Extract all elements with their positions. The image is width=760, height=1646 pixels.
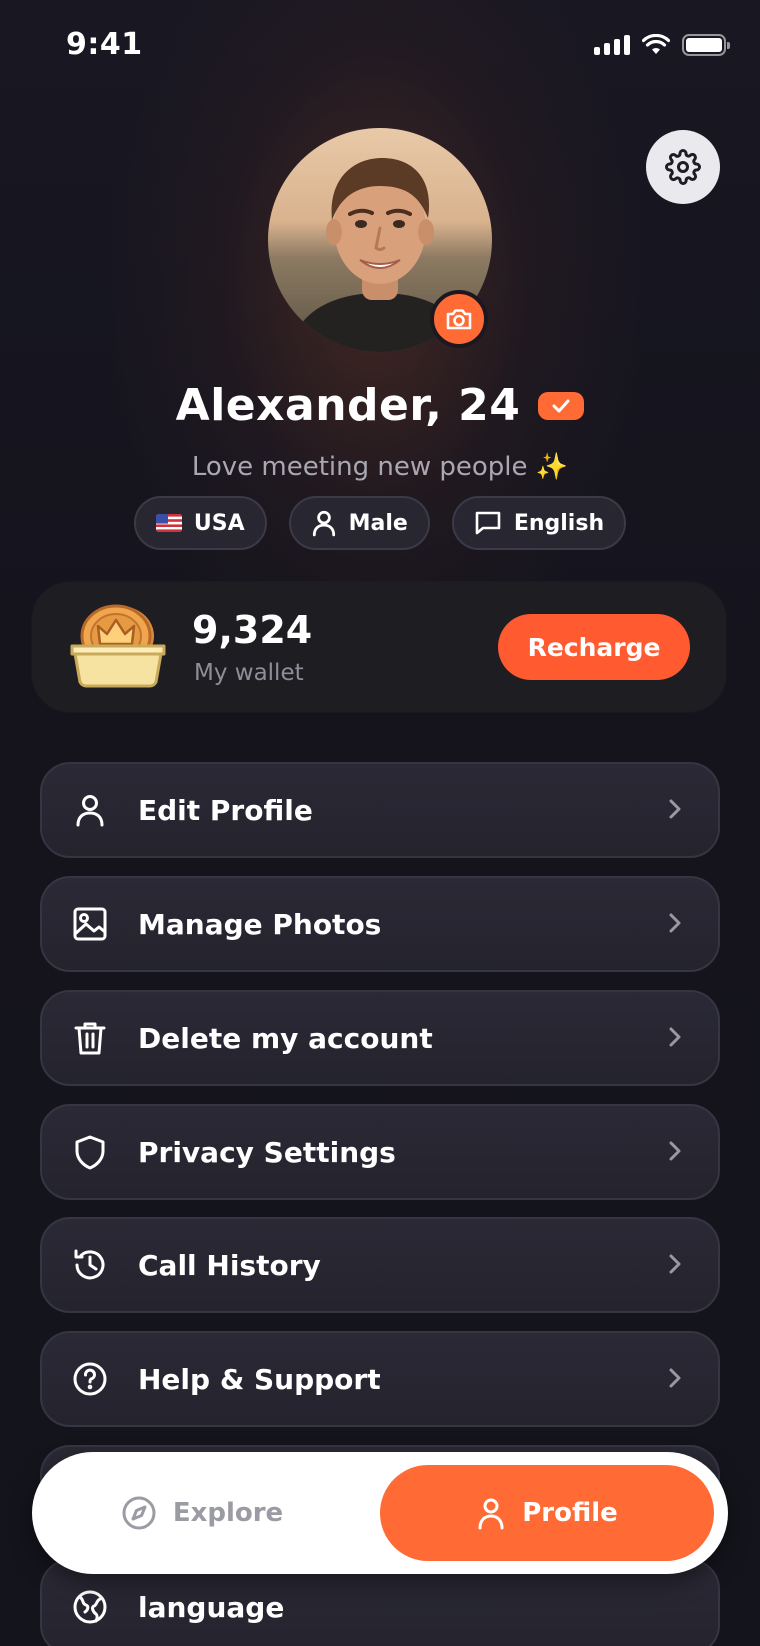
profile-chips: USA Male English bbox=[0, 496, 760, 550]
chevron-right-icon bbox=[669, 1027, 681, 1047]
menu-item-manage-photos[interactable]: Manage Photos bbox=[40, 876, 720, 972]
menu-item-delete-account[interactable]: Delete my account bbox=[40, 990, 720, 1086]
wifi-icon bbox=[642, 34, 670, 54]
menu-item-call-history[interactable]: Call History bbox=[40, 1217, 720, 1313]
recharge-button[interactable]: Recharge bbox=[498, 614, 690, 680]
user-name: Alexander, 24 bbox=[175, 380, 521, 431]
menu-item-label: Edit Profile bbox=[138, 793, 313, 827]
camera-icon bbox=[446, 309, 472, 330]
nav-explore[interactable]: Explore bbox=[32, 1452, 372, 1574]
wallet-label: My wallet bbox=[194, 660, 304, 686]
signal-icon bbox=[594, 35, 630, 55]
settings-button[interactable] bbox=[646, 130, 720, 204]
us-flag-icon bbox=[155, 514, 182, 532]
wallet-balance: 9,324 bbox=[192, 608, 313, 652]
menu-item-label: Manage Photos bbox=[138, 907, 382, 941]
gender-label: Male bbox=[348, 510, 408, 536]
change-photo-button[interactable] bbox=[430, 290, 488, 348]
bottom-nav: Explore Profile bbox=[32, 1452, 728, 1574]
chevron-right-icon bbox=[669, 1141, 681, 1161]
status-icons bbox=[594, 34, 730, 56]
chevron-right-icon bbox=[669, 1368, 681, 1388]
chevron-right-icon bbox=[669, 1254, 681, 1274]
status-time: 9:41 bbox=[66, 27, 143, 62]
language-chip[interactable]: English bbox=[451, 496, 627, 550]
person-icon bbox=[76, 795, 104, 827]
bio-text: Love meeting new people ✨ bbox=[191, 452, 569, 482]
country-chip[interactable]: USA bbox=[133, 496, 267, 550]
menu-item-label: Help & Support bbox=[138, 1362, 381, 1396]
country-label: USA bbox=[193, 510, 245, 536]
wallet-card: 9,324 My wallet Recharge bbox=[32, 582, 726, 712]
check-icon bbox=[552, 399, 570, 412]
language-label: English bbox=[513, 510, 605, 536]
menu-item-privacy-settings[interactable]: Privacy Settings bbox=[40, 1104, 720, 1200]
menu-item-edit-profile[interactable]: Edit Profile bbox=[40, 762, 720, 858]
person-icon bbox=[312, 510, 335, 537]
name-row: Alexander, 24 bbox=[0, 380, 760, 431]
image-icon bbox=[73, 907, 107, 941]
nav-profile[interactable]: Profile bbox=[380, 1465, 714, 1561]
chevron-right-icon bbox=[669, 913, 681, 933]
history-icon bbox=[74, 1249, 105, 1280]
menu-item-label: Delete my account bbox=[138, 1021, 433, 1055]
person-icon bbox=[478, 1498, 504, 1530]
menu-item-label: Privacy Settings bbox=[138, 1135, 396, 1169]
globe-icon bbox=[73, 1590, 107, 1624]
help-circle-icon bbox=[73, 1362, 107, 1396]
compass-icon bbox=[122, 1496, 156, 1530]
menu-item-label: language bbox=[138, 1590, 285, 1624]
trash-icon bbox=[74, 1022, 106, 1055]
nav-profile-label: Profile bbox=[522, 1498, 618, 1528]
chevron-right-icon bbox=[669, 799, 681, 819]
profile-screen: 9:41 Alexander, 24 Love meeting new peop… bbox=[0, 0, 760, 1646]
gear-icon bbox=[665, 149, 701, 185]
status-bar: 9:41 bbox=[0, 0, 760, 90]
crown-coin-icon bbox=[70, 604, 166, 688]
gender-chip[interactable]: Male bbox=[288, 496, 430, 550]
nav-explore-label: Explore bbox=[172, 1498, 284, 1528]
verified-badge bbox=[538, 391, 585, 420]
shield-icon bbox=[75, 1135, 105, 1170]
menu-item-label: Call History bbox=[138, 1248, 321, 1282]
menu-item-help-support[interactable]: Help & Support bbox=[40, 1331, 720, 1427]
chat-bubble-icon bbox=[475, 511, 501, 535]
battery-icon bbox=[682, 34, 730, 56]
